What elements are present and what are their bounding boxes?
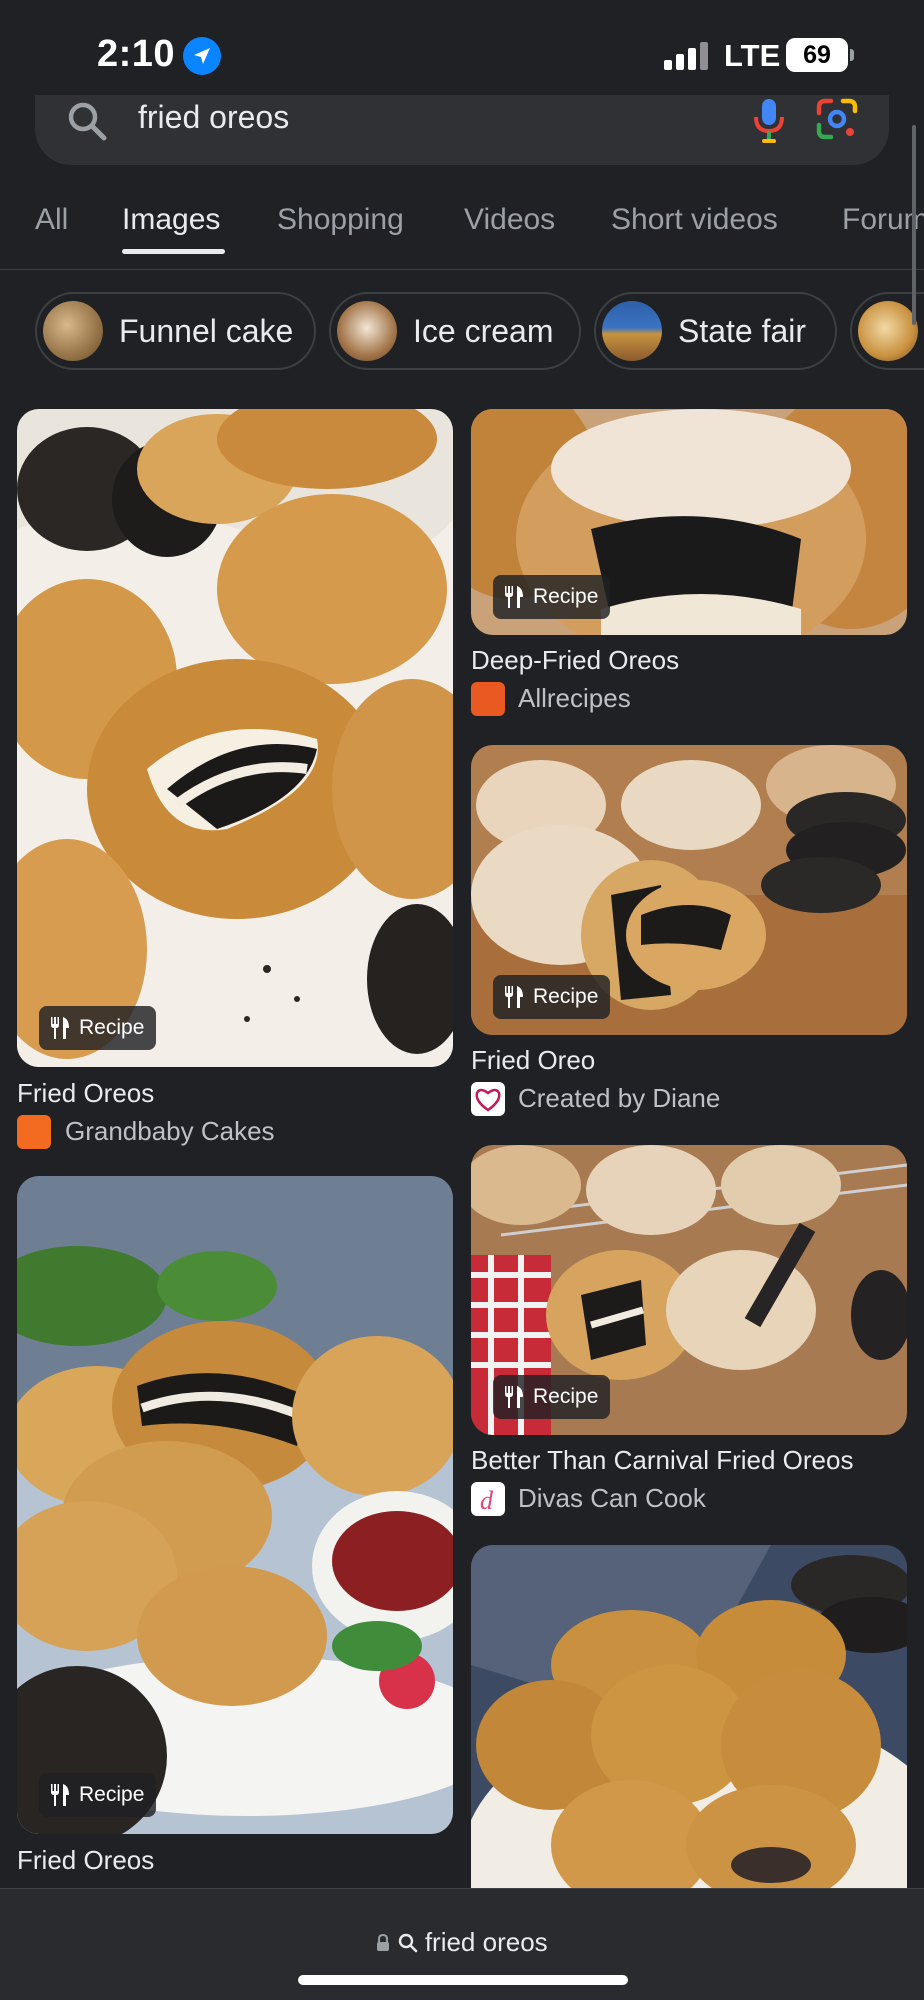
fork-knife-icon: [503, 1385, 525, 1409]
svg-text:d: d: [480, 1486, 494, 1515]
recipe-badge: Recipe: [39, 1773, 157, 1817]
battery-icon: 69: [786, 38, 848, 72]
chip-label: Ice cream: [413, 313, 554, 349]
recipe-badge: Recipe: [39, 1006, 157, 1050]
badge-label: Recipe: [79, 1783, 145, 1806]
result-source[interactable]: Allrecipes: [518, 683, 631, 714]
result-title[interactable]: Fried Oreos: [17, 1078, 154, 1109]
search-input[interactable]: fried oreos: [138, 99, 289, 136]
location-arrow-icon: [183, 37, 221, 75]
result-source[interactable]: Grandbaby Cakes: [65, 1116, 275, 1147]
home-indicator[interactable]: [298, 1975, 628, 1985]
network-type: LTE: [724, 38, 781, 73]
search-tabs: All Images Shopping Videos Short videos …: [0, 198, 924, 270]
chip-ice-cream[interactable]: Ice cream: [329, 292, 581, 370]
grandbaby-cakes-favicon-icon: [17, 1115, 51, 1149]
fork-knife-icon: [49, 1783, 71, 1807]
search-icon: [398, 1933, 417, 1953]
tab-shopping[interactable]: Shopping: [277, 203, 404, 237]
status-time: 2:10: [97, 33, 176, 75]
result-image[interactable]: [17, 409, 453, 1067]
address-text: fried oreos: [424, 1927, 548, 1957]
chip-thumbnail: [43, 301, 103, 361]
search-bar[interactable]: fried oreos: [35, 95, 889, 165]
scrollbar[interactable]: [912, 125, 916, 325]
tab-all[interactable]: All: [35, 203, 68, 237]
result-image[interactable]: [471, 1545, 907, 1905]
tab-images[interactable]: Images: [122, 203, 220, 237]
badge-label: Recipe: [533, 585, 599, 608]
recipe-badge: Recipe: [493, 575, 611, 619]
result-title[interactable]: Fried Oreos: [17, 1845, 154, 1876]
google-lens-icon[interactable]: [815, 97, 859, 141]
battery-level: 69: [803, 41, 831, 69]
lock-icon: [377, 1933, 390, 1951]
chip-state-fair[interactable]: State fair: [594, 292, 837, 370]
browser-bottom-bar: fried oreos: [0, 1888, 924, 2000]
allrecipes-favicon-icon: [471, 682, 505, 716]
related-chips: Funnel cake Ice cream State fair: [0, 292, 924, 372]
chip-thumbnail: [858, 301, 918, 361]
chip-thumbnail: [337, 301, 397, 361]
status-bar: 2:10 LTE 69: [0, 0, 924, 105]
badge-label: Recipe: [533, 1385, 599, 1408]
tab-short-videos[interactable]: Short videos: [611, 203, 778, 237]
result-source[interactable]: Divas Can Cook: [518, 1483, 706, 1514]
chip-label: State fair: [678, 313, 807, 349]
chip-label: Funnel cake: [119, 313, 294, 349]
cellular-signal-icon: [664, 42, 708, 70]
result-image[interactable]: [17, 1176, 453, 1834]
recipe-badge: Recipe: [493, 1375, 611, 1419]
microphone-icon[interactable]: [747, 95, 791, 145]
active-tab-indicator: [122, 249, 225, 254]
badge-label: Recipe: [79, 1016, 145, 1039]
chip-funnel-cake[interactable]: Funnel cake: [35, 292, 316, 370]
result-title[interactable]: Fried Oreo: [471, 1045, 595, 1076]
fork-knife-icon: [49, 1016, 71, 1040]
chip-thumbnail: [602, 301, 662, 361]
heart-favicon-icon: [471, 1082, 505, 1116]
fork-knife-icon: [503, 985, 525, 1009]
badge-label: Recipe: [533, 985, 599, 1008]
result-title[interactable]: Deep-Fried Oreos: [471, 645, 679, 676]
battery-tip: [850, 49, 854, 61]
result-title[interactable]: Better Than Carnival Fried Oreos: [471, 1445, 853, 1476]
tab-videos[interactable]: Videos: [464, 203, 555, 237]
address-bar[interactable]: fried oreos: [0, 1927, 924, 1958]
fork-knife-icon: [503, 585, 525, 609]
recipe-badge: Recipe: [493, 975, 611, 1019]
search-icon: [68, 102, 107, 141]
result-source[interactable]: Created by Diane: [518, 1083, 720, 1114]
divas-can-cook-favicon-icon: d: [471, 1482, 505, 1516]
